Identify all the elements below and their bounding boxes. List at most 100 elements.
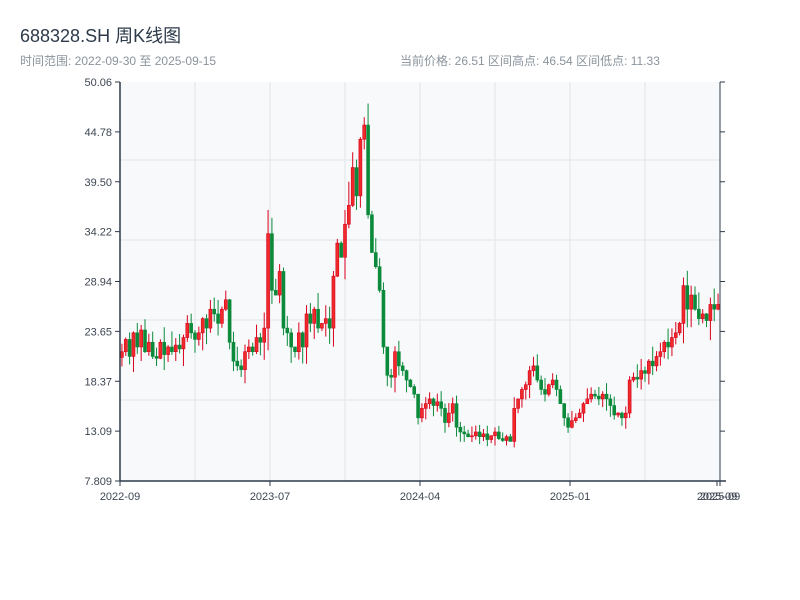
candle-body xyxy=(562,403,567,419)
candle-body xyxy=(512,408,517,442)
candle-body xyxy=(250,346,255,353)
candle-body xyxy=(304,313,309,348)
candle-body xyxy=(320,323,324,329)
candle-body xyxy=(635,376,640,380)
candle-body xyxy=(300,332,305,348)
candle-body xyxy=(420,408,424,419)
x-tick-label: 2022-09 xyxy=(100,491,140,503)
candle-body xyxy=(416,393,420,419)
candlestick-chart: 7.809 13.09 18.37 23.65 28.94 34.22 39.50 44.78… xyxy=(84,77,740,503)
candle-body xyxy=(643,370,647,374)
candle-body xyxy=(700,313,705,319)
candle-body xyxy=(673,332,678,338)
candle-body xyxy=(316,308,320,329)
candle-body xyxy=(381,290,386,348)
candle-body xyxy=(308,313,313,324)
candle-body xyxy=(716,304,720,310)
candle-body xyxy=(443,408,447,423)
candle-body xyxy=(347,205,351,225)
candle-body xyxy=(470,435,474,438)
y-tick-label: 23.65 xyxy=(84,326,112,338)
candle-body xyxy=(127,339,132,357)
candle-body xyxy=(435,401,440,406)
candle-body xyxy=(389,375,393,378)
candle-body xyxy=(481,433,486,438)
candle-body xyxy=(231,341,236,362)
candle-body xyxy=(208,308,213,329)
candle-body xyxy=(566,417,570,428)
candle-body xyxy=(627,379,632,414)
candle-body xyxy=(431,398,436,406)
candle-body xyxy=(647,360,651,374)
candle-body xyxy=(397,351,401,367)
candle-body xyxy=(597,395,601,400)
candle-body xyxy=(508,436,513,442)
candle-body xyxy=(581,403,586,414)
candle-body xyxy=(547,384,551,395)
candle-body xyxy=(339,242,343,258)
candle-body xyxy=(535,365,540,381)
candle-body xyxy=(135,332,140,348)
candle-body xyxy=(150,341,155,357)
candle-body xyxy=(212,308,217,315)
candle-body xyxy=(120,351,124,358)
candle-body xyxy=(216,313,220,324)
candle-body xyxy=(681,285,686,324)
candle-body xyxy=(393,351,397,378)
candle-body xyxy=(235,360,240,367)
candle-body xyxy=(270,233,274,291)
candle-body xyxy=(543,389,547,395)
candle-body xyxy=(423,403,428,409)
candle-body xyxy=(408,379,413,387)
candle-body xyxy=(293,346,297,353)
candle-body xyxy=(204,318,209,329)
candle-body xyxy=(139,329,143,348)
candle-body xyxy=(154,356,159,359)
candle-body xyxy=(600,393,605,400)
candle-body xyxy=(185,323,190,338)
candle-body xyxy=(227,299,232,343)
candle-body xyxy=(454,403,459,428)
candle-body xyxy=(427,398,432,404)
x-tick-label: 2025-09 xyxy=(700,491,740,503)
candle-body xyxy=(654,356,659,367)
candle-body xyxy=(223,299,228,310)
candle-body xyxy=(608,398,613,406)
candle-body xyxy=(181,337,186,350)
candle-body xyxy=(500,438,505,441)
y-tick-label: 7.809 xyxy=(84,476,112,488)
candle-body xyxy=(343,223,347,258)
candle-body xyxy=(570,420,574,428)
candle-body xyxy=(323,318,328,324)
candle-body xyxy=(616,412,620,416)
candle-body xyxy=(520,389,524,400)
candle-body xyxy=(623,412,628,419)
candle-body xyxy=(193,332,197,340)
candle-body xyxy=(658,351,663,357)
candle-body xyxy=(147,341,151,353)
candle-body xyxy=(527,370,532,386)
candle-body xyxy=(670,337,674,348)
candle-body xyxy=(708,304,713,321)
candle-body xyxy=(550,379,555,386)
candle-body xyxy=(666,341,670,348)
candle-body xyxy=(631,376,636,381)
candle-body xyxy=(447,412,451,423)
y-tick-label: 50.06 xyxy=(84,77,112,89)
candle-body xyxy=(123,339,128,353)
candle-body xyxy=(485,433,490,440)
candle-body xyxy=(685,285,690,310)
y-tick-label: 13.09 xyxy=(84,426,112,438)
candle-body xyxy=(266,233,270,329)
candle-body xyxy=(693,294,697,310)
candle-body xyxy=(262,327,267,343)
candle-body xyxy=(585,398,590,404)
candle-body xyxy=(358,138,363,197)
candle-body xyxy=(166,346,170,355)
candle-body xyxy=(639,370,643,380)
candle-body xyxy=(258,337,263,343)
candle-body xyxy=(254,337,259,353)
candle-body xyxy=(362,124,367,140)
candle-body xyxy=(373,252,378,268)
candle-body xyxy=(370,214,374,253)
